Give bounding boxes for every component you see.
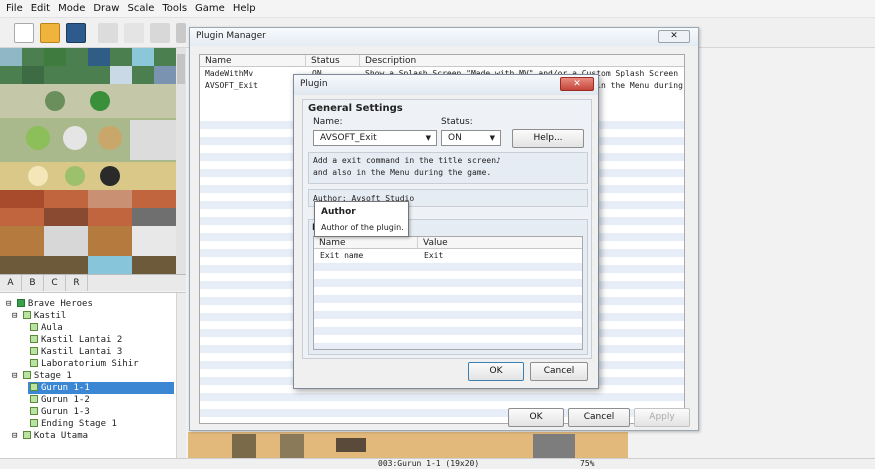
- dropdown-arrow-icon: ▼: [425, 134, 431, 142]
- general-settings-title: General Settings: [308, 103, 403, 114]
- param-name-header[interactable]: Name: [314, 237, 418, 249]
- collapse-icon[interactable]: ⊟: [6, 299, 11, 309]
- parameters-group: Pa Name Value Exit name Exit: [308, 219, 588, 355]
- tooltip-text: Author of the plugin.: [321, 223, 404, 232]
- menu-draw[interactable]: Draw: [93, 3, 119, 14]
- tree-item-map[interactable]: Gurun 1-2: [30, 394, 90, 406]
- map-icon: [22, 311, 31, 319]
- column-name-header[interactable]: Name: [200, 55, 306, 67]
- open-project-icon[interactable]: [40, 23, 60, 43]
- plugin-manager-apply-button[interactable]: Apply: [634, 408, 690, 427]
- tab-b[interactable]: B: [22, 275, 44, 291]
- status-label: Status:: [441, 117, 473, 127]
- copy-icon[interactable]: [124, 23, 144, 43]
- plugin-dialog-cancel-button[interactable]: Cancel: [530, 362, 588, 381]
- map-tiles: [232, 434, 575, 458]
- description-box: Add a exit command in the title screen♪ …: [308, 152, 588, 184]
- tab-r[interactable]: R: [66, 275, 88, 291]
- tileset-palette[interactable]: [0, 48, 186, 274]
- menu-scale[interactable]: Scale: [127, 3, 154, 14]
- column-status-header[interactable]: Status: [306, 55, 360, 67]
- map-canvas[interactable]: [188, 432, 628, 458]
- plugin-manager-title: Plugin Manager: [196, 31, 266, 41]
- tree-item-map[interactable]: Gurun 1-3: [30, 406, 90, 418]
- plugin-dialog-title: Plugin: [300, 79, 328, 89]
- tree-item-map[interactable]: ⊟ Kota Utama: [12, 430, 88, 442]
- map-info-status: 003:Gurun 1-1 (19x20): [378, 459, 480, 468]
- map-icon: [30, 347, 38, 355]
- name-label: Name:: [313, 117, 343, 127]
- map-icon: [30, 419, 38, 427]
- menu-edit[interactable]: Edit: [31, 3, 50, 14]
- map-icon: [30, 323, 38, 331]
- status-select[interactable]: ON ▼: [441, 130, 501, 146]
- map-icon: [30, 395, 38, 403]
- tree-item-map[interactable]: ⊟ Stage 1: [12, 370, 72, 382]
- tree-item-map[interactable]: Kastil Lantai 3: [30, 346, 122, 358]
- map-icon: [22, 371, 31, 379]
- tree-item-project[interactable]: ⊟ Brave Heroes: [6, 298, 93, 310]
- tooltip-title: Author: [321, 207, 356, 217]
- name-select[interactable]: AVSOFT_Exit ▼: [313, 130, 437, 146]
- tree-scrollbar[interactable]: [176, 293, 186, 458]
- menu-game[interactable]: Game: [195, 3, 225, 14]
- param-name-cell[interactable]: Exit name: [320, 251, 363, 261]
- column-description-header[interactable]: Description: [360, 55, 684, 67]
- toolbar-separator: [176, 23, 186, 43]
- description-line-1: Add a exit command in the title screen♪: [313, 156, 501, 165]
- new-project-icon[interactable]: [14, 23, 34, 43]
- menu-file[interactable]: File: [6, 3, 23, 14]
- map-icon: [30, 383, 38, 391]
- dropdown-arrow-icon: ▼: [489, 134, 495, 142]
- plugin-dialog-titlebar: Plugin ✕: [294, 75, 598, 95]
- status-bar: 003:Gurun 1-1 (19x20) 75%: [0, 458, 875, 469]
- map-icon: [22, 431, 31, 439]
- tab-a[interactable]: A: [0, 275, 22, 291]
- map-tree: ⊟ Brave Heroes ⊟ Kastil Aula Kastil Lant…: [0, 292, 186, 458]
- tree-item-map[interactable]: Kastil Lantai 2: [30, 334, 122, 346]
- param-value-cell[interactable]: Exit: [424, 251, 443, 261]
- collapse-icon[interactable]: ⊟: [12, 311, 17, 321]
- close-icon[interactable]: ✕: [658, 30, 690, 43]
- close-icon[interactable]: ✕: [560, 77, 594, 91]
- cut-icon[interactable]: [98, 23, 118, 43]
- zoom-status: 75%: [580, 459, 595, 468]
- param-value-header[interactable]: Value: [418, 237, 582, 249]
- collapse-icon[interactable]: ⊟: [12, 431, 17, 441]
- tileset-tiles: [0, 48, 186, 274]
- menu-mode[interactable]: Mode: [58, 3, 85, 14]
- plugin-manager-titlebar: Plugin Manager ✕: [190, 28, 698, 46]
- tree-item-map[interactable]: Aula: [30, 322, 63, 334]
- tileset-tabs: A B C R: [0, 274, 186, 291]
- paste-icon[interactable]: [150, 23, 170, 43]
- help-button[interactable]: Help...: [512, 129, 584, 148]
- parameters-table: Name Value Exit name Exit: [313, 236, 583, 350]
- tree-item-map[interactable]: Laboratorium Sihir: [30, 358, 139, 370]
- tree-item-map[interactable]: ⊟ Kastil: [12, 310, 66, 322]
- project-icon: [16, 299, 25, 307]
- plugin-manager-ok-button[interactable]: OK: [508, 408, 564, 427]
- collapse-icon[interactable]: ⊟: [12, 371, 17, 381]
- save-project-icon[interactable]: [66, 23, 86, 43]
- tab-c[interactable]: C: [44, 275, 66, 291]
- map-icon: [30, 335, 38, 343]
- plugin-row-name[interactable]: AVSOFT_Exit: [205, 81, 258, 91]
- tree-item-map[interactable]: Ending Stage 1: [30, 418, 117, 430]
- author-tooltip: Author Author of the plugin.: [314, 201, 409, 237]
- map-icon: [30, 359, 38, 367]
- description-line-2: and also in the Menu during the game.: [313, 168, 492, 177]
- plugin-dialog-ok-button[interactable]: OK: [468, 362, 524, 381]
- menu-bar: File Edit Mode Draw Scale Tools Game Hel…: [0, 0, 875, 18]
- map-icon: [30, 407, 38, 415]
- menu-help[interactable]: Help: [233, 3, 256, 14]
- tree-item-map-selected[interactable]: Gurun 1-1: [28, 382, 174, 394]
- plugin-row-name[interactable]: MadeWithMv: [205, 69, 253, 79]
- menu-tools[interactable]: Tools: [162, 3, 187, 14]
- plugin-manager-cancel-button[interactable]: Cancel: [568, 408, 630, 427]
